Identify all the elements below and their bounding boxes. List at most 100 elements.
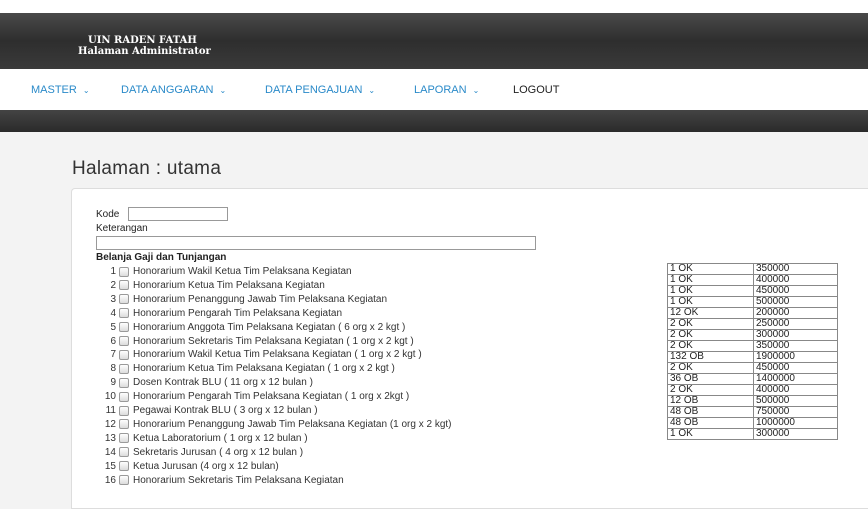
nav-laporan[interactable]: LAPORAN ⌄ [414,84,479,96]
item-label: Ketua Laboratorium ( 1 org x 12 bulan ) [133,432,308,444]
item-label: Pegawai Kontrak BLU ( 3 org x 12 bulan ) [133,405,318,416]
item-checkbox[interactable] [119,294,129,305]
item-number: 1 [110,266,116,277]
amount-cell: 300000 [753,428,838,440]
list-item: 4 Honorarium Pengarah Tim Pelaksana Kegia… [88,307,342,320]
amount-cell: 250000 [753,318,838,330]
item-checkbox[interactable] [119,475,129,485]
table-row: 1 OK 500000 [667,296,838,308]
table-row: 12 OB 500000 [667,395,838,407]
qty-cell: 1 OK [667,428,754,440]
list-item: 2 Honorarium Ketua Tim Pelaksana Kegiatan [88,279,325,292]
item-number: 5 [110,321,116,333]
qty-cell: 132 OB [667,351,754,363]
item-number: 12 [104,418,116,430]
item-label: Honorarium Penanggung Jawab Tim Pelaksan… [133,293,388,305]
item-label: Honorarium Ketua Tim Pelaksana Kegiatan … [133,363,395,375]
item-number: 15 [104,460,116,472]
amount-cell: 200000 [753,307,838,319]
kode-input[interactable] [128,207,228,221]
qty-cell: 2 OK [667,340,754,352]
amount-cell: 500000 [753,296,838,308]
nav-master[interactable]: MASTER ⌄ [31,84,90,96]
list-item: 15 Ketua Jurusan (4 org x 12 bulan) [88,460,279,473]
keterangan-input[interactable] [96,236,536,250]
list-item: 1 Honorarium Wakil Ketua Tim Pelaksana Ke… [88,265,352,278]
list-item: 11 Pegawai Kontrak BLU ( 3 org x 12 bulan… [88,404,318,417]
list-item: 8 Honorarium Ketua Tim Pelaksana Kegiatan… [88,362,395,375]
item-checkbox[interactable] [119,419,129,430]
item-number: 6 [110,335,116,347]
main-nav: MASTER ⌄ DATA ANGGARAN ⌄ DATA PENGAJUAN ⌄ L… [0,69,868,110]
item-checkbox[interactable] [119,322,129,333]
sub-header-bar [0,110,868,132]
table-row: 48 OB 1000000 [667,417,838,429]
kode-label: Kode [96,209,120,220]
list-item: 5 Honorarium Anggota Tim Pelaksana Kegiat… [88,321,405,334]
qty-cell: 48 OB [667,406,754,418]
item-number: 4 [110,307,116,319]
nav-data-anggaran[interactable]: DATA ANGGARAN ⌄ [121,84,226,96]
table-row: 2 OK 350000 [667,340,838,352]
qty-cell: 2 OK [667,318,754,330]
item-number: 8 [110,363,116,375]
item-number: 14 [104,446,116,458]
item-number: 11 [105,405,116,416]
nav-data-pengajuan-label: DATA PENGAJUAN [265,84,363,96]
item-checkbox[interactable] [119,405,129,416]
amount-cell: 1400000 [753,373,838,385]
item-number: 9 [110,377,116,389]
table-row: 36 OB 1400000 [667,373,838,385]
item-checkbox[interactable] [119,308,129,319]
chevron-down-icon: ⌄ [368,86,376,95]
table-row: 2 OK 450000 [667,362,838,374]
item-checkbox[interactable] [119,349,129,360]
amount-cell: 300000 [753,329,838,341]
item-number: 3 [110,293,116,305]
qty-cell: 2 OK [667,362,754,374]
item-label: Honorarium Pengarah Tim Pelaksana Kegiat… [133,307,343,319]
item-checkbox[interactable] [119,336,129,346]
item-checkbox[interactable] [119,433,129,444]
brand-title: UIN RADEN FATAH [88,35,197,46]
item-label: Dosen Kontrak BLU ( 11 org x 12 bulan ) [133,377,313,389]
amount-cell: 350000 [753,263,838,275]
item-checkbox[interactable] [119,391,129,402]
table-row: 2 OK 250000 [667,318,838,330]
nav-laporan-label: LAPORAN [414,84,467,96]
table-row: 132 OB 1900000 [667,351,838,363]
list-item: 7 Honorarium Wakil Ketua Tim Pelaksana Ke… [88,348,421,361]
list-item: 9 Dosen Kontrak BLU ( 11 org x 12 bulan ) [88,376,313,389]
table-row: 2 OK 400000 [667,384,838,396]
amount-cell: 450000 [753,362,838,374]
item-checkbox[interactable] [119,280,129,291]
table-row: 1 OK 400000 [667,274,838,286]
qty-cell: 48 OB [667,417,754,429]
list-item: 3 Honorarium Penanggung Jawab Tim Pelaksa… [88,293,387,306]
chevron-down-icon: ⌄ [219,86,227,95]
brand-logo-text[interactable]: UIN RADEN FATAH Halaman Administrator [78,35,211,57]
item-checkbox[interactable] [119,363,129,374]
item-checkbox[interactable] [119,266,129,277]
amount-cell: 1000000 [753,417,838,429]
amount-cell: 400000 [753,274,838,286]
table-row: 1 OK 350000 [667,263,838,275]
nav-data-pengajuan[interactable]: DATA PENGAJUAN ⌄ [265,84,375,96]
qty-cell: 2 OK [667,329,754,341]
item-checkbox[interactable] [119,461,129,472]
values-table: 1 OK 350000 1 OK 400000 1 OK 450000 1 OK 500000… [667,263,838,440]
item-number: 13 [104,432,116,444]
item-checkbox[interactable] [119,447,129,458]
item-label: Honorarium Wakil Ketua Tim Pelaksana Keg… [133,266,352,277]
item-number: 10 [104,391,116,403]
item-number: 7 [110,349,116,361]
item-number: 2 [110,279,116,291]
item-label: Sekretaris Jurusan ( 4 org x 12 bulan ) [133,446,304,458]
item-label: Honorarium Sekretaris Tim Pelaksana Kegi… [133,474,344,486]
item-checkbox[interactable] [119,377,129,388]
nav-logout[interactable]: LOGOUT [513,84,559,96]
section-title: Belanja Gaji dan Tunjangan [96,252,227,263]
amount-cell: 1900000 [753,351,838,363]
qty-cell: 1 OK [667,263,754,275]
item-label: Honorarium Ketua Tim Pelaksana Kegiatan [133,279,325,291]
